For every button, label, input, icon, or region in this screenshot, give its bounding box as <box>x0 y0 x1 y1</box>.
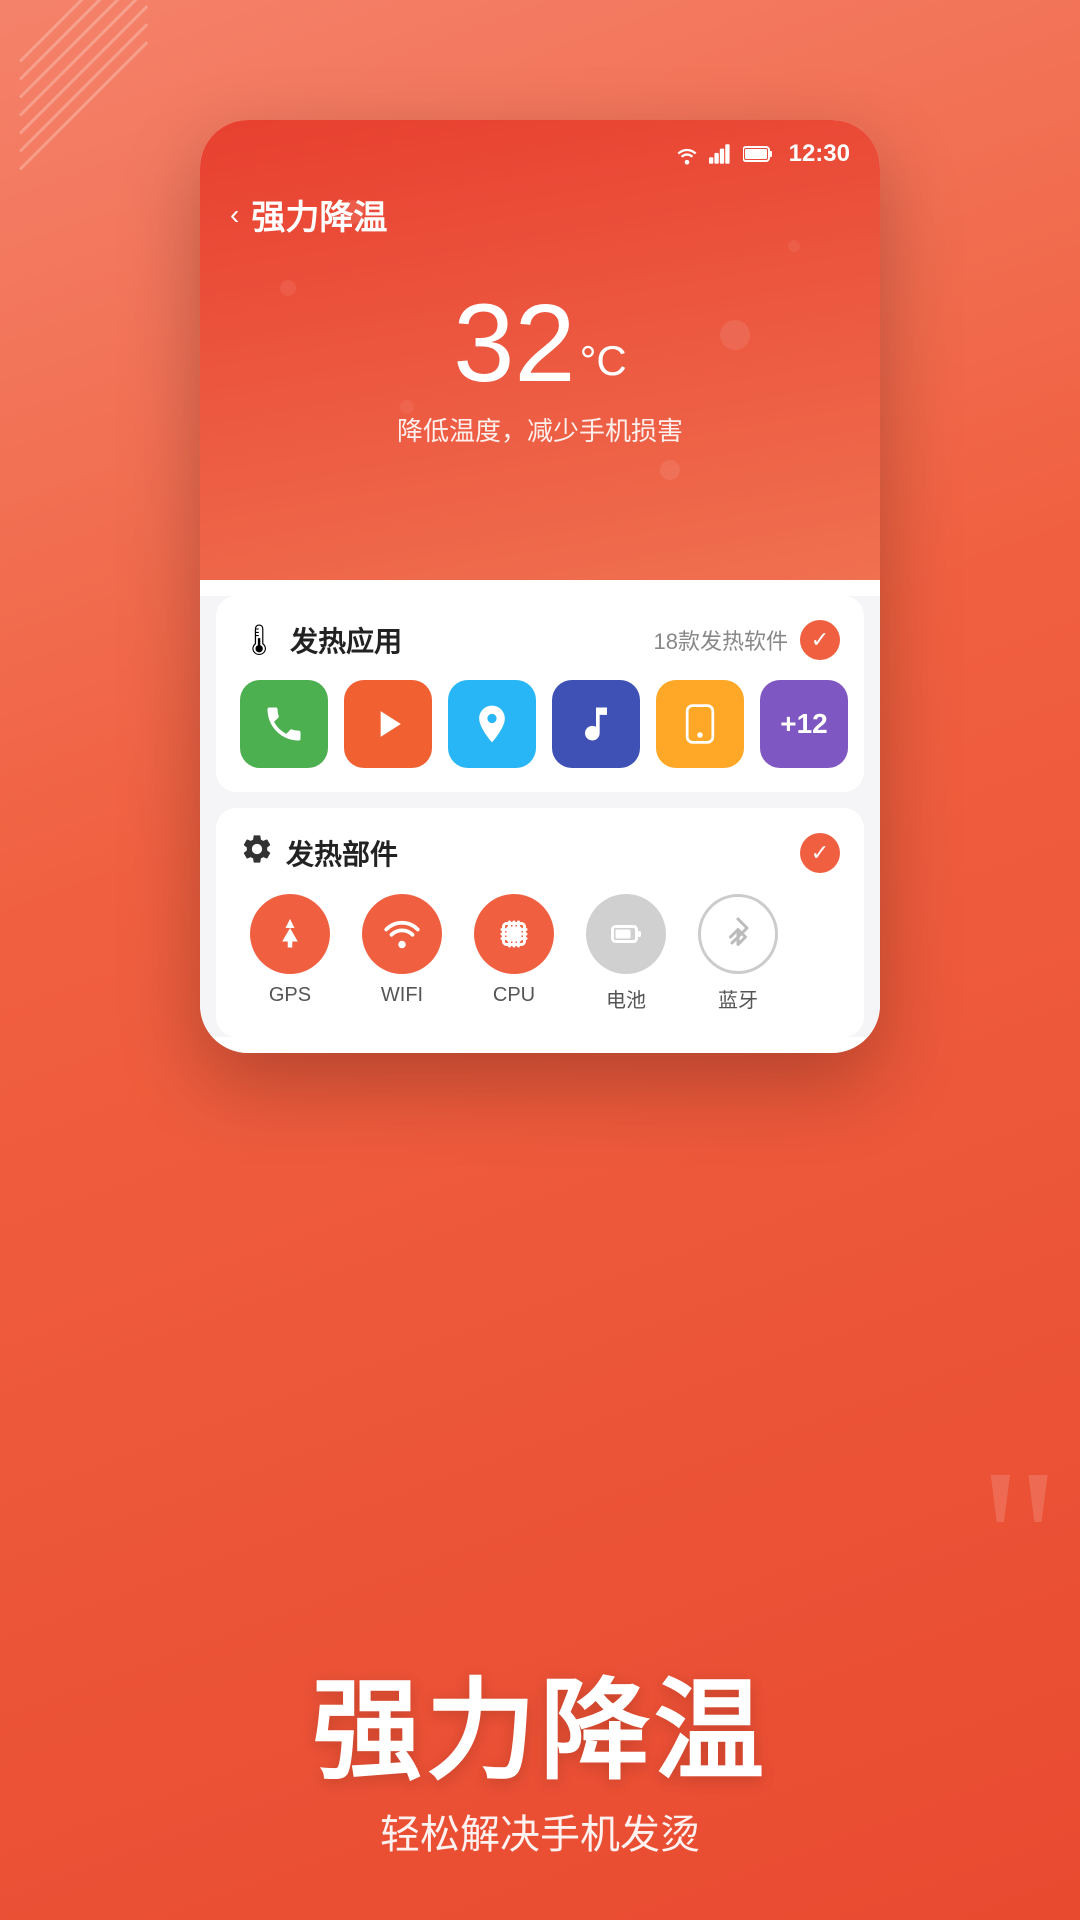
back-button[interactable]: ‹ <box>230 199 239 231</box>
hot-apps-card: 🌡 发热应用 18款发热软件 ✓ <box>216 596 864 792</box>
component-gps[interactable]: GPS <box>240 894 340 1007</box>
app-icon-music[interactable] <box>552 680 640 768</box>
app-icon-more[interactable]: +12 <box>760 680 848 768</box>
app-header: ‹ 强力降温 <box>200 170 880 259</box>
status-bar: 12:30 <box>200 120 880 170</box>
hot-apps-badge: 18款发热软件 <box>654 624 788 656</box>
bubble-5 <box>660 460 680 480</box>
app-icon-phone2[interactable] <box>656 680 744 768</box>
hot-apps-check[interactable]: ✓ <box>800 620 840 660</box>
app-icon-map[interactable] <box>448 680 536 768</box>
cpu-label: CPU <box>493 984 535 1007</box>
phone-mockup: 12:30 ‹ 强力降温 32°C 降低温度，减少手机损害 🌡 发热应用 18款… <box>200 120 880 1053</box>
app-icons-row: +12 <box>240 680 840 768</box>
thermometer-icon: 🌡 <box>240 623 278 658</box>
bubble-6 <box>788 240 800 252</box>
quote-decoration: " <box>978 1440 1060 1640</box>
hot-apps-header-left: 🌡 发热应用 <box>240 620 402 660</box>
bubble-1 <box>340 200 364 224</box>
component-cpu[interactable]: CPU <box>464 894 564 1007</box>
more-apps-label: +12 <box>780 708 828 740</box>
component-battery[interactable]: 电池 <box>576 894 676 1013</box>
temperature-display: 32°C 降低温度，减少手机损害 <box>200 259 880 458</box>
status-icons: 12:30 <box>673 140 850 168</box>
temperature-subtitle: 降低温度，减少手机损害 <box>200 411 880 448</box>
gps-circle <box>250 894 330 974</box>
wifi-icon <box>673 143 701 165</box>
bottom-main-title: 强力降温 <box>60 1671 1020 1792</box>
bottom-section: 强力降温 轻松解决手机发烫 <box>0 1671 1080 1860</box>
hot-apps-header: 🌡 发热应用 18款发热软件 ✓ <box>240 620 840 660</box>
bubble-2 <box>280 280 296 296</box>
component-bluetooth[interactable]: 蓝牙 <box>688 894 788 1013</box>
bluetooth-label: 蓝牙 <box>718 984 758 1013</box>
hot-components-header: 发热部件 ✓ <box>240 832 840 874</box>
component-icons-row: GPS WIFI <box>240 894 840 1013</box>
decorative-hatch <box>20 50 120 190</box>
app-icon-phone[interactable] <box>240 680 328 768</box>
gear-icon <box>240 832 274 874</box>
battery-label: 电池 <box>606 984 646 1013</box>
temperature-value: 32 <box>453 289 575 399</box>
hot-components-header-left: 发热部件 <box>240 832 398 874</box>
gps-label: GPS <box>269 984 311 1007</box>
app-icon-video[interactable] <box>344 680 432 768</box>
wifi-label: WIFI <box>381 984 423 1007</box>
hot-components-check[interactable]: ✓ <box>800 833 840 873</box>
phone-screen-header: 12:30 ‹ 强力降温 32°C 降低温度，减少手机损害 <box>200 120 880 580</box>
bluetooth-circle <box>698 894 778 974</box>
battery-icon <box>743 145 773 163</box>
hot-apps-title: 发热应用 <box>290 620 402 660</box>
component-wifi[interactable]: WIFI <box>352 894 452 1007</box>
bottom-subtitle: 轻松解决手机发烫 <box>60 1802 1020 1860</box>
bubble-4 <box>400 400 414 414</box>
bubble-3 <box>720 320 750 350</box>
cards-area: 🌡 发热应用 18款发热软件 ✓ <box>200 596 880 1037</box>
temperature-unit: °C <box>580 337 627 384</box>
battery-circle <box>586 894 666 974</box>
wifi-circle <box>362 894 442 974</box>
cpu-circle <box>474 894 554 974</box>
hot-components-title: 发热部件 <box>286 833 398 873</box>
page-title: 强力降温 <box>251 190 387 239</box>
signal-icon <box>709 143 735 165</box>
status-time: 12:30 <box>789 140 850 168</box>
hot-components-card: 发热部件 ✓ GPS <box>216 808 864 1037</box>
